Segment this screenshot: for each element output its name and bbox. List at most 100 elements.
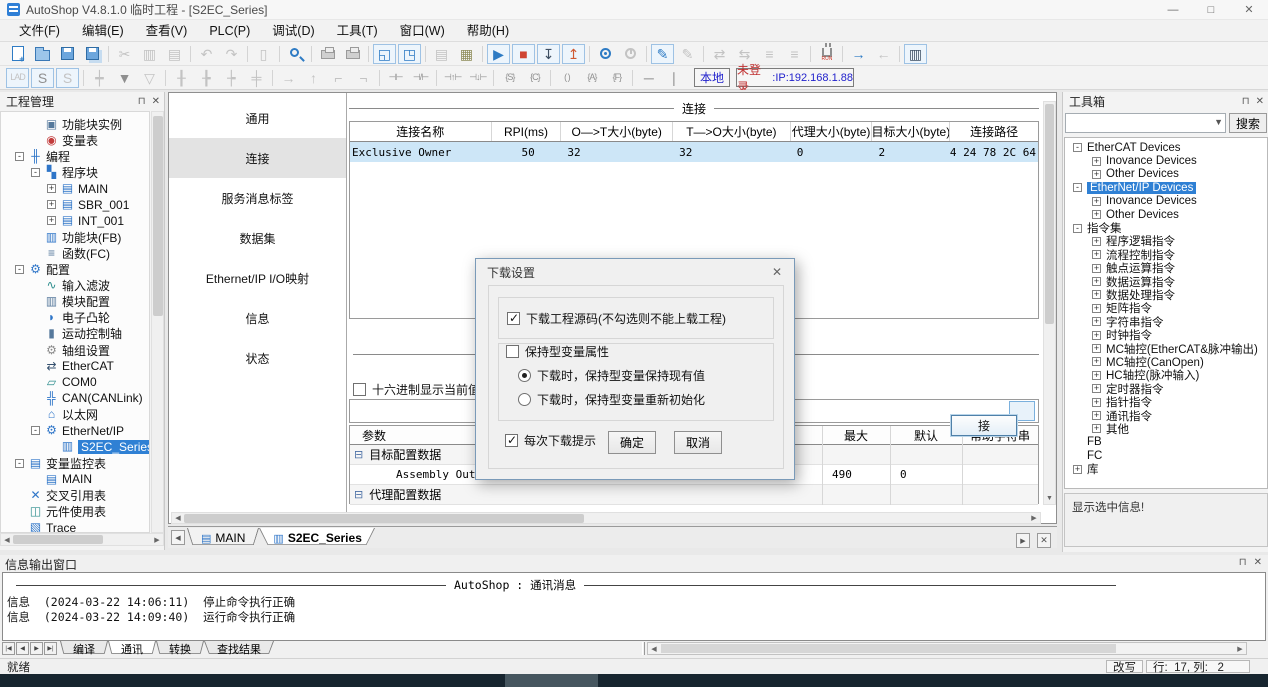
line-right-button[interactable]: → [277,68,300,88]
tree-item-ethercat[interactable]: ⇄ EtherCAT [1,358,149,374]
toolbox-search-button[interactable]: 搜索 [1229,113,1267,133]
tab-scroll-left-icon[interactable]: ◀ [171,530,185,545]
ok-button[interactable]: 确定 [608,431,656,454]
toolbox-communication[interactable]: + 通讯指令 [1065,409,1267,422]
contact-fall-button[interactable]: ⊣↓⊢ [466,68,489,88]
minimize-button[interactable]: — [1154,0,1192,19]
edit-net2-button[interactable]: ╊ [195,68,218,88]
login-status-button[interactable]: 未登录:IP:192.168.1.88 [736,68,854,87]
expander-icon[interactable]: + [1092,317,1101,326]
pin-icon[interactable]: ⊓ [1239,557,1247,568]
line-up-button[interactable]: ↑ [302,68,325,88]
pin-icon[interactable]: ⊓ [138,96,146,107]
prompt-every-download-checkbox[interactable]: 每次下载提示 [505,432,596,449]
scroll-down-icon[interactable]: ▼ [1044,492,1055,504]
connection-table-row[interactable]: Exclusive Owner 50 32 32 0 2 20 04 24 78… [350,142,1038,162]
tab-io-mapping[interactable]: Ethernet/IP I/O映射 [169,258,346,298]
tab-close-icon[interactable]: ✕ [1037,533,1051,548]
tree-item-program-blocks[interactable]: - ▚ 程序块 [1,164,149,180]
project-horizontal-scrollbar[interactable]: ◀ ▶ [0,533,164,546]
tree-item-electronic-cam[interactable]: ◗ 电子凸轮 [1,310,149,326]
expander-icon[interactable]: + [1092,398,1101,407]
stop-button[interactable]: ■ [512,44,535,64]
save-all-button[interactable] [81,44,104,64]
tree-item-sbr-001[interactable]: + ▤ SBR_001 [1,197,149,213]
dialog-close-icon[interactable]: ✕ [769,264,785,280]
expander-icon[interactable]: + [1092,250,1101,259]
expander-icon[interactable]: + [1092,304,1101,313]
toolbox-ethercat-devices[interactable]: - EtherCAT Devices [1065,141,1267,154]
retain-keep-radio[interactable]: 下载时，保持型变量保持现有值 [518,367,705,384]
tree-item-element-usage[interactable]: ◫ 元件使用表 [1,503,149,519]
expander-icon[interactable]: + [1092,371,1101,380]
toolbox-library[interactable]: + 库 [1065,462,1267,475]
tree-item-motion-axis[interactable]: ▮ 运动控制轴 [1,326,149,342]
tree-item-variable-table[interactable]: ◉ 变量表 [1,132,149,148]
compile-all-button[interactable]: ▦ [455,44,478,64]
tab-scroll-right-icon[interactable]: ▶ [1016,533,1030,548]
expander-icon[interactable]: + [1092,411,1101,420]
tab-dataset[interactable]: 数据集 [169,218,346,258]
download-button[interactable]: ↧ [537,44,560,64]
expander-icon[interactable]: + [47,200,56,209]
close-panel-icon[interactable]: ✕ [152,96,160,107]
expander-icon[interactable]: + [1092,357,1101,366]
expander-icon[interactable]: + [1092,384,1101,393]
expander-icon[interactable]: - [1073,224,1082,233]
open-project-button[interactable] [31,44,54,64]
tree-item-programming[interactable]: - ╫ 编程 [1,148,149,164]
tree-item-cross-reference[interactable]: ✕ 交叉引用表 [1,487,149,503]
expander-icon[interactable]: + [1092,197,1101,206]
menu-help[interactable]: 帮助(H) [456,20,520,42]
sfc-view-button[interactable]: S [56,68,79,88]
toolbox-ethernetip-devices[interactable]: - EtherNet/IP Devices [1065,181,1267,194]
tab-service-message[interactable]: 服务消息标签 [169,178,346,218]
expander-icon[interactable]: + [1092,331,1101,340]
tree-item-can[interactable]: ╬ CAN(CANLink) [1,390,149,406]
contact-no-button[interactable]: ⊣⊢ [384,68,407,88]
tab-general[interactable]: 通用 [169,98,346,138]
radio-unselected-icon[interactable] [518,393,531,406]
checkbox-checked-icon[interactable] [507,312,520,325]
device-panel-button[interactable]: ▥ [904,44,927,64]
param-row-proxy-config[interactable]: ⊟代理配置数据 [350,485,1038,505]
scroll-left-icon[interactable]: ◀ [1,534,13,545]
print-preview-button[interactable] [316,44,339,64]
expander-icon[interactable]: - [31,168,40,177]
expander-icon[interactable]: + [1092,157,1101,166]
tree-item-config[interactable]: - ⚙ 配置 [1,261,149,277]
pin-icon[interactable]: ⊓ [1242,96,1250,107]
expander-icon[interactable]: + [1073,465,1082,474]
undo-button[interactable]: ↶ [195,44,218,64]
hex-display-checkbox[interactable]: 十六进制显示当前值 [353,381,480,398]
tree-item-module-config[interactable]: ▥ 模块配置 [1,294,149,310]
expander-icon[interactable]: + [1092,237,1101,246]
doc-tab-main[interactable]: ▤ MAIN [187,528,259,548]
delete-connection-button[interactable]: 接 [951,415,1017,436]
tree-item-axis-group[interactable]: ⚙ 轴组设置 [1,342,149,358]
close-button[interactable]: ✕ [1230,0,1268,19]
expander-icon[interactable]: - [1073,143,1082,152]
menu-window[interactable]: 窗口(W) [389,20,456,42]
toolbox-matrix[interactable]: + 矩阵指令 [1065,302,1267,315]
tree-item-function[interactable]: ≡ 函数(FC) [1,245,149,261]
first-tab-icon[interactable]: |◀ [2,642,15,655]
tree-item-input-filter[interactable]: ∿ 输入滤波 [1,277,149,293]
output-tab-communication[interactable]: 通讯 [108,641,156,656]
tree-item-int-001[interactable]: + ▤ INT_001 [1,213,149,229]
plug-setting-button[interactable] [815,44,838,64]
collapse-icon[interactable]: ⊟ [354,488,363,501]
toolbox-search-input[interactable]: ▼ [1065,113,1226,133]
toolbox-other-devices[interactable]: + Other Devices [1065,168,1267,181]
expander-icon[interactable]: + [47,184,56,193]
dialog-title-bar[interactable]: 下载设置 [476,259,794,285]
menu-edit[interactable]: 编辑(E) [71,20,135,42]
expander-icon[interactable]: + [1092,264,1101,273]
expander-icon[interactable]: + [1092,290,1101,299]
tree-item-com0[interactable]: ▱ COM0 [1,374,149,390]
lad-view-button[interactable]: LAD [6,68,29,88]
tree-item-function-block[interactable]: ▥ 功能块(FB) [1,229,149,245]
chevron-down-icon[interactable]: ▼ [1214,117,1223,127]
toolbox-other[interactable]: + 其他 [1065,422,1267,435]
toolbox-hc-axis[interactable]: + HC轴控(脉冲输入) [1065,369,1267,382]
